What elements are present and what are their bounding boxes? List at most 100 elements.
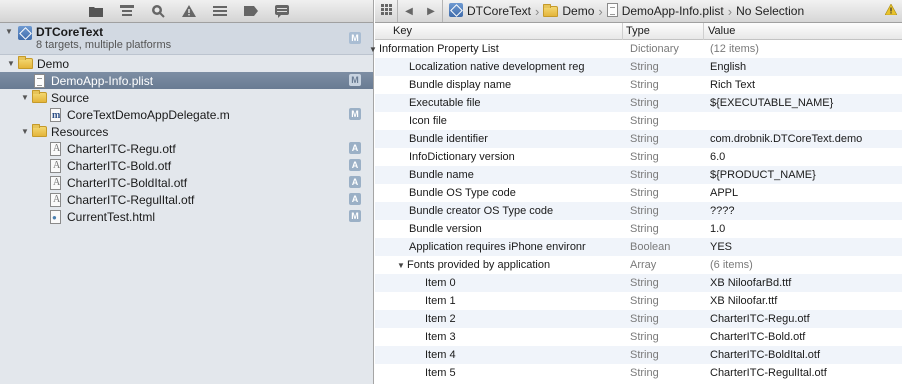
- plist-value-cell[interactable]: English: [710, 61, 746, 73]
- file-tree-item[interactable]: ▼ Source: [0, 89, 373, 106]
- disclosure-triangle-icon[interactable]: ▼: [4, 26, 14, 36]
- plist-value-cell[interactable]: ${PRODUCT_NAME}: [710, 169, 816, 181]
- plist-value-cell[interactable]: CharterITC-Regu.otf: [710, 313, 810, 325]
- plist-value-cell[interactable]: Rich Text: [710, 79, 755, 91]
- plist-value-cell[interactable]: CharterITC-BoldItal.otf: [710, 349, 820, 361]
- file-tree-item[interactable]: CharterITC-RegulItal.otf A: [0, 191, 373, 208]
- plist-type-cell[interactable]: String: [630, 79, 659, 91]
- plist-row[interactable]: Item 3 String CharterITC-Bold.otf: [375, 328, 902, 346]
- issue-navigator-tab[interactable]: [173, 0, 204, 22]
- log-navigator-tab[interactable]: [266, 0, 297, 22]
- plist-type-cell[interactable]: String: [630, 151, 659, 163]
- plist-row[interactable]: ▼ Fonts provided by application Array (6 it…: [375, 256, 902, 274]
- plist-key-cell[interactable]: ▼ Fonts provided by application: [397, 259, 550, 271]
- plist-value-cell[interactable]: YES: [710, 241, 732, 253]
- plist-type-cell[interactable]: String: [630, 349, 659, 361]
- plist-row[interactable]: Application requires iPhone environr Bool…: [375, 238, 902, 256]
- file-tree-item[interactable]: CharterITC-BoldItal.otf A: [0, 174, 373, 191]
- plist-row[interactable]: Bundle OS Type code String APPL: [375, 184, 902, 202]
- plist-row[interactable]: Item 1 String XB Niloofar.ttf: [375, 292, 902, 310]
- plist-row[interactable]: InfoDictionary version String 6.0: [375, 148, 902, 166]
- plist-row[interactable]: Item 4 String CharterITC-BoldItal.otf: [375, 346, 902, 364]
- breadcrumb-project[interactable]: DTCoreText: [447, 2, 533, 20]
- plist-type-cell[interactable]: String: [630, 277, 659, 289]
- plist-value-cell[interactable]: CharterITC-RegulItal.otf: [710, 367, 827, 379]
- debug-navigator-tab[interactable]: [204, 0, 235, 22]
- plist-type-cell[interactable]: String: [630, 97, 659, 109]
- file-tree-item[interactable]: CurrentTest.html M: [0, 208, 373, 225]
- file-tree-item[interactable]: CoreTextDemoAppDelegate.m M: [0, 106, 373, 123]
- plist-type-cell[interactable]: String: [630, 169, 659, 181]
- breakpoint-navigator-tab[interactable]: [235, 0, 266, 22]
- plist-type-cell[interactable]: String: [630, 187, 659, 199]
- plist-value-cell[interactable]: com.drobnik.DTCoreText.demo: [710, 133, 862, 145]
- plist-row[interactable]: Item 5 String CharterITC-RegulItal.otf: [375, 364, 902, 382]
- plist-key-cell[interactable]: Bundle name: [409, 169, 474, 181]
- plist-key-cell[interactable]: ▼ Information Property List: [369, 43, 499, 55]
- plist-type-cell[interactable]: String: [630, 133, 659, 145]
- forward-button[interactable]: ▶: [420, 0, 442, 22]
- file-tree-item[interactable]: CharterITC-Regu.otf A: [0, 140, 373, 157]
- column-value-header[interactable]: Value: [708, 25, 735, 37]
- column-key-header[interactable]: Key: [393, 25, 412, 37]
- file-tree-item[interactable]: CharterITC-Bold.otf A: [0, 157, 373, 174]
- disclosure-triangle-icon[interactable]: ▼: [6, 59, 16, 69]
- file-tree-item[interactable]: ▼ Demo: [0, 55, 373, 72]
- plist-type-cell[interactable]: String: [630, 205, 659, 217]
- breadcrumb-file[interactable]: DemoApp-Info.plist: [605, 2, 726, 20]
- plist-row[interactable]: ▼ Information Property List Dictionary (12 …: [369, 40, 902, 58]
- plist-type-cell[interactable]: String: [630, 115, 659, 127]
- column-type-header[interactable]: Type: [626, 25, 650, 37]
- plist-row[interactable]: Bundle identifier String com.drobnik.DTCor…: [375, 130, 902, 148]
- plist-type-cell[interactable]: String: [630, 331, 659, 343]
- plist-key-cell[interactable]: Localization native development reg: [409, 61, 585, 73]
- plist-row[interactable]: Executable file String ${EXECUTABLE_NAME}: [375, 94, 902, 112]
- file-tree-item[interactable]: ▼ Resources: [0, 123, 373, 140]
- plist-key-cell[interactable]: Item 2: [425, 313, 456, 325]
- plist-value-cell[interactable]: 6.0: [710, 151, 725, 163]
- plist-key-cell[interactable]: InfoDictionary version: [409, 151, 515, 163]
- breadcrumb-folder[interactable]: Demo: [541, 3, 596, 20]
- related-items-button[interactable]: [375, 0, 397, 22]
- plist-key-cell[interactable]: Application requires iPhone environr: [409, 241, 586, 253]
- plist-key-cell[interactable]: Icon file: [409, 115, 447, 127]
- plist-type-cell[interactable]: Array: [630, 259, 656, 271]
- plist-value-cell[interactable]: CharterITC-Bold.otf: [710, 331, 805, 343]
- plist-key-cell[interactable]: Bundle version: [409, 223, 482, 235]
- plist-row[interactable]: Item 0 String XB NiloofarBd.ttf: [375, 274, 902, 292]
- file-tree-item[interactable]: DemoApp-Info.plist M: [0, 72, 373, 89]
- plist-type-cell[interactable]: Boolean: [630, 241, 670, 253]
- plist-row[interactable]: Bundle name String ${PRODUCT_NAME}: [375, 166, 902, 184]
- plist-key-cell[interactable]: Item 4: [425, 349, 456, 361]
- project-row[interactable]: ▼ DTCoreText 8 targets, multiple platfor…: [0, 23, 373, 55]
- plist-type-cell[interactable]: String: [630, 61, 659, 73]
- plist-type-cell[interactable]: String: [630, 295, 659, 307]
- plist-value-cell[interactable]: XB Niloofar.ttf: [710, 295, 777, 307]
- plist-row[interactable]: Item 2 String CharterITC-Regu.otf: [375, 310, 902, 328]
- plist-key-cell[interactable]: Bundle OS Type code: [409, 187, 516, 199]
- plist-key-cell[interactable]: Item 1: [425, 295, 456, 307]
- plist-value-cell[interactable]: (6 items): [710, 259, 753, 271]
- plist-value-cell[interactable]: 1.0: [710, 223, 725, 235]
- search-navigator-tab[interactable]: [142, 0, 173, 22]
- back-button[interactable]: ◀: [398, 0, 420, 22]
- disclosure-triangle-icon[interactable]: ▼: [20, 93, 30, 103]
- disclosure-triangle-icon[interactable]: ▼: [397, 261, 407, 270]
- plist-type-cell[interactable]: String: [630, 313, 659, 325]
- plist-key-cell[interactable]: Bundle creator OS Type code: [409, 205, 553, 217]
- plist-value-cell[interactable]: ${EXECUTABLE_NAME}: [710, 97, 833, 109]
- plist-value-cell[interactable]: ????: [710, 205, 734, 217]
- plist-key-cell[interactable]: Bundle identifier: [409, 133, 488, 145]
- disclosure-triangle-icon[interactable]: ▼: [20, 127, 30, 137]
- issues-button[interactable]: [884, 3, 898, 18]
- plist-row[interactable]: Bundle display name String Rich Text: [375, 76, 902, 94]
- disclosure-triangle-icon[interactable]: ▼: [369, 45, 379, 54]
- plist-row[interactable]: Bundle creator OS Type code String????: [375, 202, 902, 220]
- plist-key-cell[interactable]: Item 5: [425, 367, 456, 379]
- project-navigator-tab[interactable]: [80, 0, 111, 22]
- plist-type-cell[interactable]: String: [630, 223, 659, 235]
- plist-type-cell[interactable]: Dictionary: [630, 43, 679, 55]
- plist-key-cell[interactable]: Executable file: [409, 97, 481, 109]
- plist-row[interactable]: Bundle version String 1.0: [375, 220, 902, 238]
- plist-row[interactable]: Localization native development reg Strin…: [375, 58, 902, 76]
